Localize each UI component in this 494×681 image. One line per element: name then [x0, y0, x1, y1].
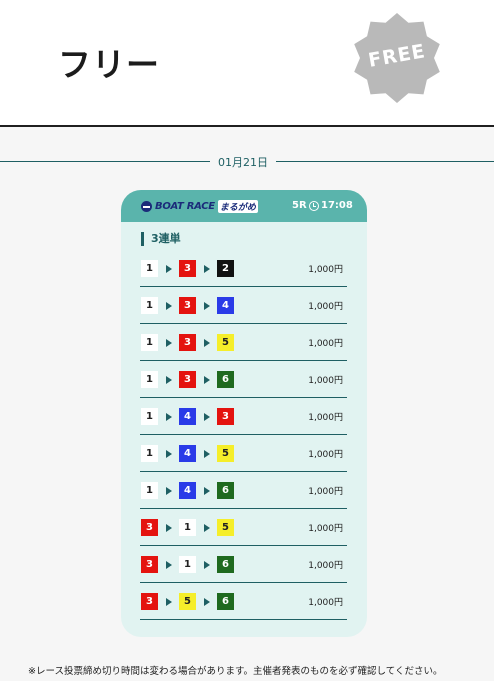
prediction-card: BOAT RACE まるがめ 5R 17:08 3連単 1 3 2 1,000円 1 3 4…	[121, 190, 367, 637]
logo-text: BOAT RACE	[155, 200, 215, 212]
arrow-right-icon	[204, 376, 210, 384]
clock-icon	[309, 201, 319, 211]
arrow-right-icon	[166, 302, 172, 310]
arrow-right-icon	[204, 413, 210, 421]
arrow-right-icon	[204, 265, 210, 273]
bet-amount: 1,000円	[308, 265, 343, 275]
lane-box-first: 1	[141, 334, 158, 351]
lane-box-first: 3	[141, 519, 158, 536]
page-header: フリー FREE	[0, 0, 494, 127]
bet-row: 1 3 2 1,000円	[140, 250, 347, 287]
bet-row: 1 3 5 1,000円	[140, 324, 347, 361]
lane-box-first: 1	[141, 371, 158, 388]
lane-box-third: 5	[217, 334, 234, 351]
lane-box-first: 1	[141, 482, 158, 499]
lane-box-third: 6	[217, 593, 234, 610]
date-divider: 01月21日	[0, 152, 494, 172]
lane-box-third: 4	[217, 297, 234, 314]
arrow-right-icon	[166, 339, 172, 347]
lane-box-third: 5	[217, 445, 234, 462]
boat-logo-icon	[141, 200, 152, 212]
lane-box-third: 6	[217, 482, 234, 499]
arrow-right-icon	[166, 450, 172, 458]
bet-amount: 1,000円	[308, 339, 343, 349]
lane-box-second: 4	[179, 445, 196, 462]
lane-box-second: 1	[179, 556, 196, 573]
lane-box-third: 2	[217, 260, 234, 277]
lane-box-first: 3	[141, 556, 158, 573]
bet-amount: 1,000円	[308, 598, 343, 608]
boatrace-logo: BOAT RACE まるがめ	[141, 199, 258, 213]
bet-amount: 1,000円	[308, 450, 343, 460]
arrow-right-icon	[166, 265, 172, 273]
lane-box-second: 4	[179, 408, 196, 425]
lane-box-second: 5	[179, 593, 196, 610]
lane-box-first: 1	[141, 297, 158, 314]
bet-type-label: 3連単	[141, 232, 181, 246]
bet-row: 1 4 5 1,000円	[140, 435, 347, 472]
arrow-right-icon	[204, 524, 210, 532]
bet-amount: 1,000円	[308, 524, 343, 534]
bet-amount: 1,000円	[308, 302, 343, 312]
lane-box-second: 3	[179, 334, 196, 351]
lane-box-first: 1	[141, 260, 158, 277]
arrow-right-icon	[204, 339, 210, 347]
race-date: 01月21日	[218, 156, 268, 169]
lane-box-first: 3	[141, 593, 158, 610]
arrow-right-icon	[166, 413, 172, 421]
lane-box-third: 5	[217, 519, 234, 536]
arrow-right-icon	[166, 561, 172, 569]
lane-box-second: 3	[179, 260, 196, 277]
lane-box-first: 1	[141, 408, 158, 425]
bet-amount: 1,000円	[308, 376, 343, 386]
bet-amount: 1,000円	[308, 561, 343, 571]
lane-box-second: 3	[179, 297, 196, 314]
arrow-right-icon	[166, 487, 172, 495]
lane-box-third: 6	[217, 371, 234, 388]
bet-row: 1 3 4 1,000円	[140, 287, 347, 324]
lane-box-second: 4	[179, 482, 196, 499]
divider-line-right	[276, 161, 494, 162]
arrow-right-icon	[166, 524, 172, 532]
arrow-right-icon	[204, 450, 210, 458]
arrow-right-icon	[204, 598, 210, 606]
bet-row: 3 5 6 1,000円	[140, 583, 347, 620]
lane-box-second: 3	[179, 371, 196, 388]
bet-row: 3 1 5 1,000円	[140, 509, 347, 546]
arrow-right-icon	[204, 302, 210, 310]
disclaimer-note: ※レース投票締め切り時間は変わる場合があります。主催者発表のものを必ず確認してく…	[28, 666, 443, 677]
venue-logo-text: まるがめ	[217, 199, 258, 213]
arrow-right-icon	[166, 598, 172, 606]
arrow-right-icon	[204, 487, 210, 495]
lane-box-third: 6	[217, 556, 234, 573]
free-badge: FREE	[351, 12, 443, 104]
race-time: 17:08	[321, 200, 353, 211]
arrow-right-icon	[166, 376, 172, 384]
page-title: フリー	[58, 45, 160, 84]
race-number: 5R	[292, 200, 307, 211]
arrow-right-icon	[204, 561, 210, 569]
bet-row: 1 3 6 1,000円	[140, 361, 347, 398]
bet-amount: 1,000円	[308, 413, 343, 423]
bet-row: 3 1 6 1,000円	[140, 546, 347, 583]
lane-box-first: 1	[141, 445, 158, 462]
lane-box-third: 3	[217, 408, 234, 425]
card-header: BOAT RACE まるがめ 5R 17:08	[121, 190, 367, 222]
bet-list: 1 3 2 1,000円 1 3 4 1,000円 1 3 5 1,000円 1 3 6 1,000円 1 4 3 1…	[140, 250, 347, 620]
divider-line-left	[0, 161, 210, 162]
bet-row: 1 4 3 1,000円	[140, 398, 347, 435]
lane-box-second: 1	[179, 519, 196, 536]
bet-row: 1 4 6 1,000円	[140, 472, 347, 509]
bet-amount: 1,000円	[308, 487, 343, 497]
